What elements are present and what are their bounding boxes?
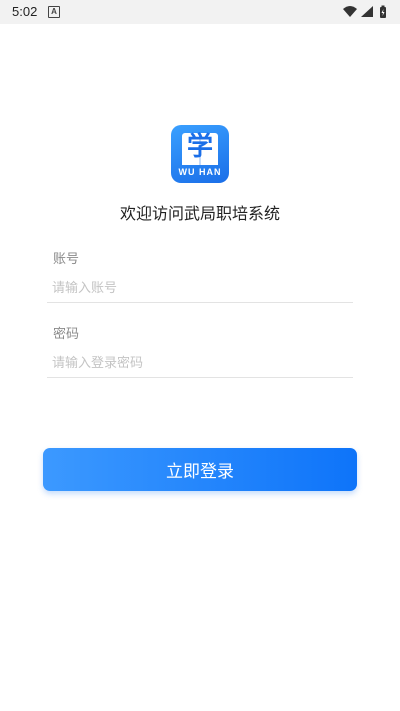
battery-icon [380, 5, 386, 18]
login-button[interactable]: 立即登录 [43, 448, 357, 491]
account-label: 账号 [53, 252, 80, 267]
logo-text: WU HAN [178, 167, 222, 177]
signal-icon [361, 6, 373, 17]
account-input[interactable] [47, 275, 353, 303]
password-label: 密码 [53, 327, 80, 342]
login-screen: 5:02 A 学 WU HAN 欢迎访问武局职培系统 账号 请输入账号 密码 立… [0, 0, 400, 711]
logo-character: 学 [186, 132, 213, 162]
status-time: 5:02 [12, 4, 38, 19]
welcome-title: 欢迎访问武局职培系统 [119, 204, 280, 223]
status-bar: 5:02 A [0, 0, 400, 24]
password-input[interactable] [47, 350, 353, 378]
app-logo: 学 WU HAN [171, 125, 229, 183]
wifi-icon [343, 6, 357, 17]
notification-icon: A [48, 6, 60, 18]
status-icons [342, 4, 390, 20]
